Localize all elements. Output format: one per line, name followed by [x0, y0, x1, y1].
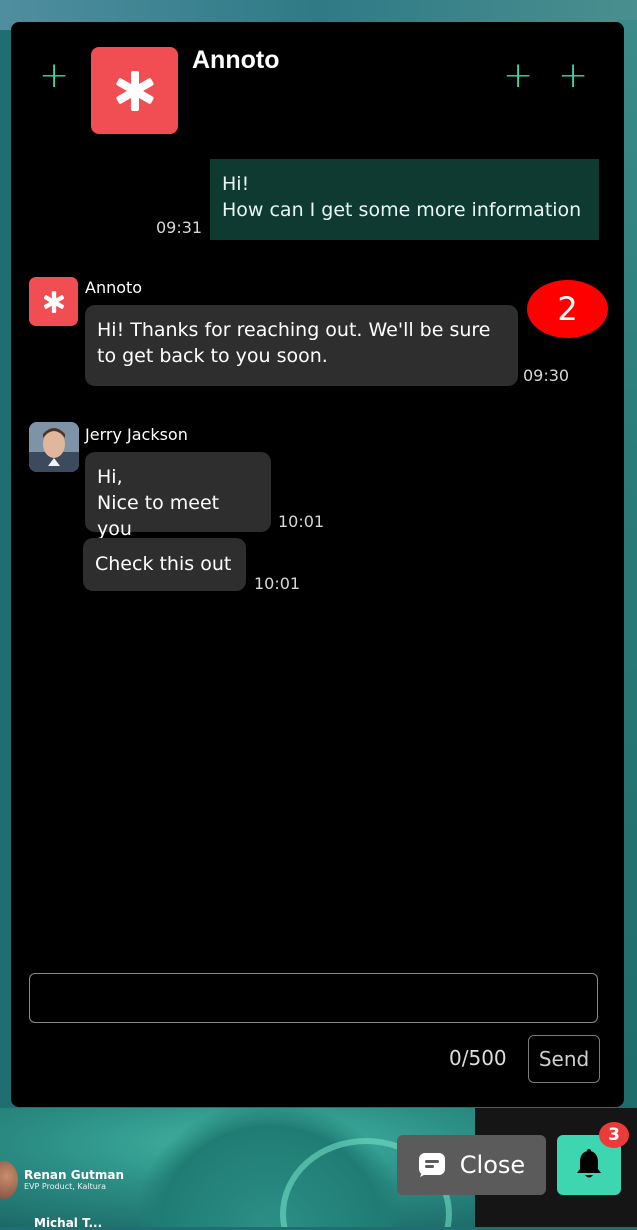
- notification-count-badge: 3: [599, 1122, 629, 1148]
- jerry-message-bubble-2: Check this out: [83, 538, 246, 591]
- add-icon-left[interactable]: +: [39, 58, 69, 94]
- speaker2-name-text: Michal T...: [34, 1216, 103, 1227]
- asterisk-icon: [115, 70, 154, 111]
- speaker-avatar: [0, 1161, 18, 1199]
- outgoing-message-line1: Hi!: [222, 173, 250, 195]
- annoto-message-time: 09:30: [523, 366, 570, 385]
- jerry-message-line2: Nice to meet you: [97, 492, 220, 540]
- panel-title: Annoto: [192, 46, 280, 74]
- speaker2-name: Michal T...: [34, 1216, 102, 1230]
- annoto-message-text: Hi! Thanks for reaching out. We'll be su…: [97, 319, 491, 367]
- asterisk-icon: [43, 290, 64, 313]
- jerry-message-time-1: 10:01: [278, 512, 325, 531]
- close-button-label: Close: [459, 1151, 526, 1179]
- message-input[interactable]: [29, 973, 598, 1023]
- close-chat-button[interactable]: Close: [397, 1135, 546, 1195]
- message-sender-jerry: Jerry Jackson: [85, 425, 188, 444]
- message-sender-annoto: Annoto: [85, 278, 143, 297]
- speaker-name: Renan Gutman: [24, 1168, 125, 1182]
- outgoing-message-line2: How can I get some more information: [222, 199, 582, 221]
- outgoing-message-bubble: Hi! How can I get some more information: [210, 159, 599, 240]
- jerry-message-bubble: Hi, Nice to meet you: [85, 452, 271, 540]
- annotation-count-badge[interactable]: 2: [527, 280, 608, 338]
- send-button[interactable]: Send: [528, 1035, 600, 1083]
- jerry-message-2-text: Check this out: [95, 553, 232, 575]
- jerry-message-time-2: 10:01: [254, 574, 301, 593]
- jerry-avatar-image: [29, 422, 79, 472]
- character-counter: 0/500: [449, 1046, 507, 1070]
- speaker-lower-third: Renan Gutman EVP Product, Kaltura: [0, 1160, 124, 1200]
- outgoing-message-time: 09:31: [156, 218, 203, 237]
- annoto-message-bubble: Hi! Thanks for reaching out. We'll be su…: [85, 305, 518, 386]
- jerry-message-line1: Hi,: [97, 466, 123, 488]
- speaker-role: EVP Product, Kaltura: [24, 1182, 106, 1191]
- annoto-logo: [91, 47, 178, 134]
- chat-bubble-icon: [418, 1153, 445, 1177]
- add-icon-right-1[interactable]: +: [503, 58, 533, 94]
- add-icon-right-2[interactable]: +: [558, 58, 588, 94]
- chat-panel: + Annoto + + Hi! How can I get some more…: [11, 22, 624, 1107]
- bell-icon: [577, 1149, 601, 1178]
- annoto-avatar: [29, 277, 78, 326]
- avatar: [29, 422, 79, 472]
